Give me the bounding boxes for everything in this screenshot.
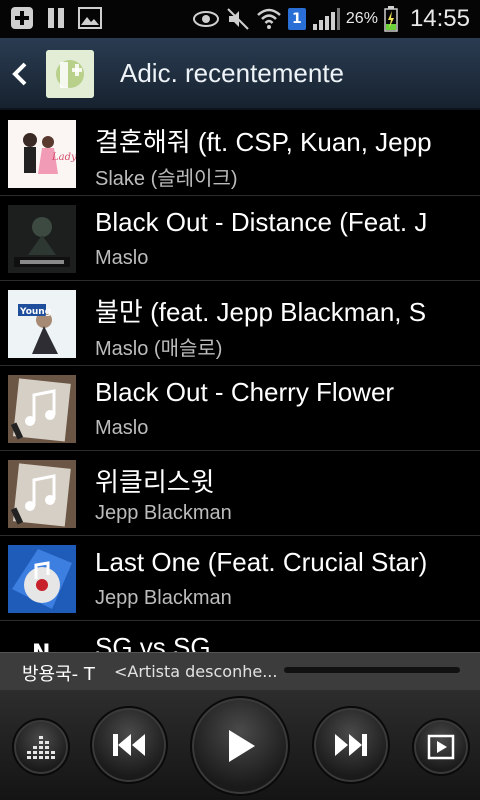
album-art — [8, 460, 76, 528]
dark-figure-cover-icon — [8, 205, 76, 273]
song-artist: Maslo (매슬로) — [95, 338, 223, 360]
wifi-icon — [257, 8, 281, 29]
now-playing-title: 방용국- T — [22, 664, 95, 685]
song-row[interactable]: 위클리스윗 Jepp Blackman — [0, 452, 480, 536]
smart-stay-eye-icon — [192, 11, 219, 27]
skip-next-icon — [335, 734, 367, 756]
play-screen-icon — [427, 734, 455, 760]
equalizer-icon — [27, 736, 55, 759]
playback-progress-bar[interactable] — [284, 667, 460, 673]
song-title: 불만 (feat. Jepp Blackman, S — [95, 297, 427, 327]
song-row[interactable]: Lady 결혼해줘 (ft. CSP, Kuan, Jepp Slake (슬레… — [0, 112, 480, 196]
song-title: Black Out - Distance (Feat. J — [95, 207, 428, 237]
chevron-left-icon — [12, 62, 27, 86]
song-artist: Maslo — [95, 247, 149, 269]
album-art — [8, 545, 76, 613]
action-bar: Adic. recentemente — [0, 38, 480, 110]
previous-button[interactable] — [90, 706, 168, 784]
song-title: SG vs SG — [95, 632, 211, 652]
song-row[interactable]: Young 불만 (feat. Jepp Blackman, S Maslo (… — [0, 282, 480, 366]
song-title: 결혼해줘 (ft. CSP, Kuan, Jepp — [95, 127, 432, 157]
status-bar: 1 26% 14:55 — [0, 0, 480, 38]
clock: 14:55 — [409, 5, 470, 32]
song-artist: Jepp Blackman — [95, 587, 232, 609]
song-list[interactable]: Lady 결혼해줘 (ft. CSP, Kuan, Jepp Slake (슬레… — [0, 112, 480, 652]
song-row[interactable]: Black Out - Cherry Flower Maslo — [0, 367, 480, 451]
sim-badge: 1 — [287, 8, 306, 30]
battery-percent: 26% — [345, 10, 378, 27]
song-title: 위클리스윗 — [95, 467, 215, 497]
blue-record-cover-icon — [8, 545, 76, 613]
app-album-thumbnail — [46, 50, 94, 98]
svg-text:N: N — [32, 641, 50, 652]
song-title: Black Out - Cherry Flower — [95, 377, 395, 407]
song-row[interactable]: Last One (Feat. Crucial Star) Jepp Black… — [0, 537, 480, 621]
song-title: Last One (Feat. Crucial Star) — [95, 547, 428, 577]
mute-icon — [227, 8, 249, 30]
black-cover-icon: N — [8, 630, 76, 652]
gallery-icon — [78, 7, 102, 29]
album-art-icon — [46, 50, 94, 98]
young-cover-icon: Young — [8, 290, 76, 358]
equalizer-button[interactable] — [12, 718, 70, 776]
song-artist: Slake (슬레이크) — [95, 168, 238, 190]
now-playing-artist: <Artista desconhe... — [114, 662, 278, 681]
play-button[interactable] — [190, 696, 290, 796]
svg-text:Young: Young — [19, 307, 51, 317]
svg-text:Lady: Lady — [51, 152, 76, 163]
signal-icon — [312, 8, 340, 30]
album-art — [8, 375, 76, 443]
album-art — [8, 205, 76, 273]
battery-charging-icon — [384, 6, 398, 32]
album-art: Lady — [8, 120, 76, 188]
back-button[interactable] — [0, 38, 40, 110]
album-art: Young — [8, 290, 76, 358]
now-playing-screen-button[interactable] — [412, 718, 470, 776]
add-notification-icon — [11, 7, 33, 29]
song-artist: Maslo — [95, 417, 149, 439]
next-button[interactable] — [312, 706, 390, 784]
song-row[interactable]: Black Out - Distance (Feat. J Maslo — [0, 197, 480, 281]
default-music-note-icon — [8, 460, 76, 528]
playback-controls — [0, 690, 480, 800]
skip-previous-icon — [113, 734, 145, 756]
couple-cover-icon: Lady — [8, 120, 76, 188]
default-music-note-icon — [8, 375, 76, 443]
pause-icon — [48, 8, 64, 28]
page-title: Adic. recentemente — [120, 58, 345, 88]
album-art: N — [8, 630, 76, 652]
song-row[interactable]: N SG vs SG — [0, 622, 480, 652]
song-artist: Jepp Blackman — [95, 502, 232, 524]
now-playing-bar[interactable]: 방용국- T <Artista desconhe... — [0, 652, 480, 690]
play-icon — [229, 730, 255, 762]
